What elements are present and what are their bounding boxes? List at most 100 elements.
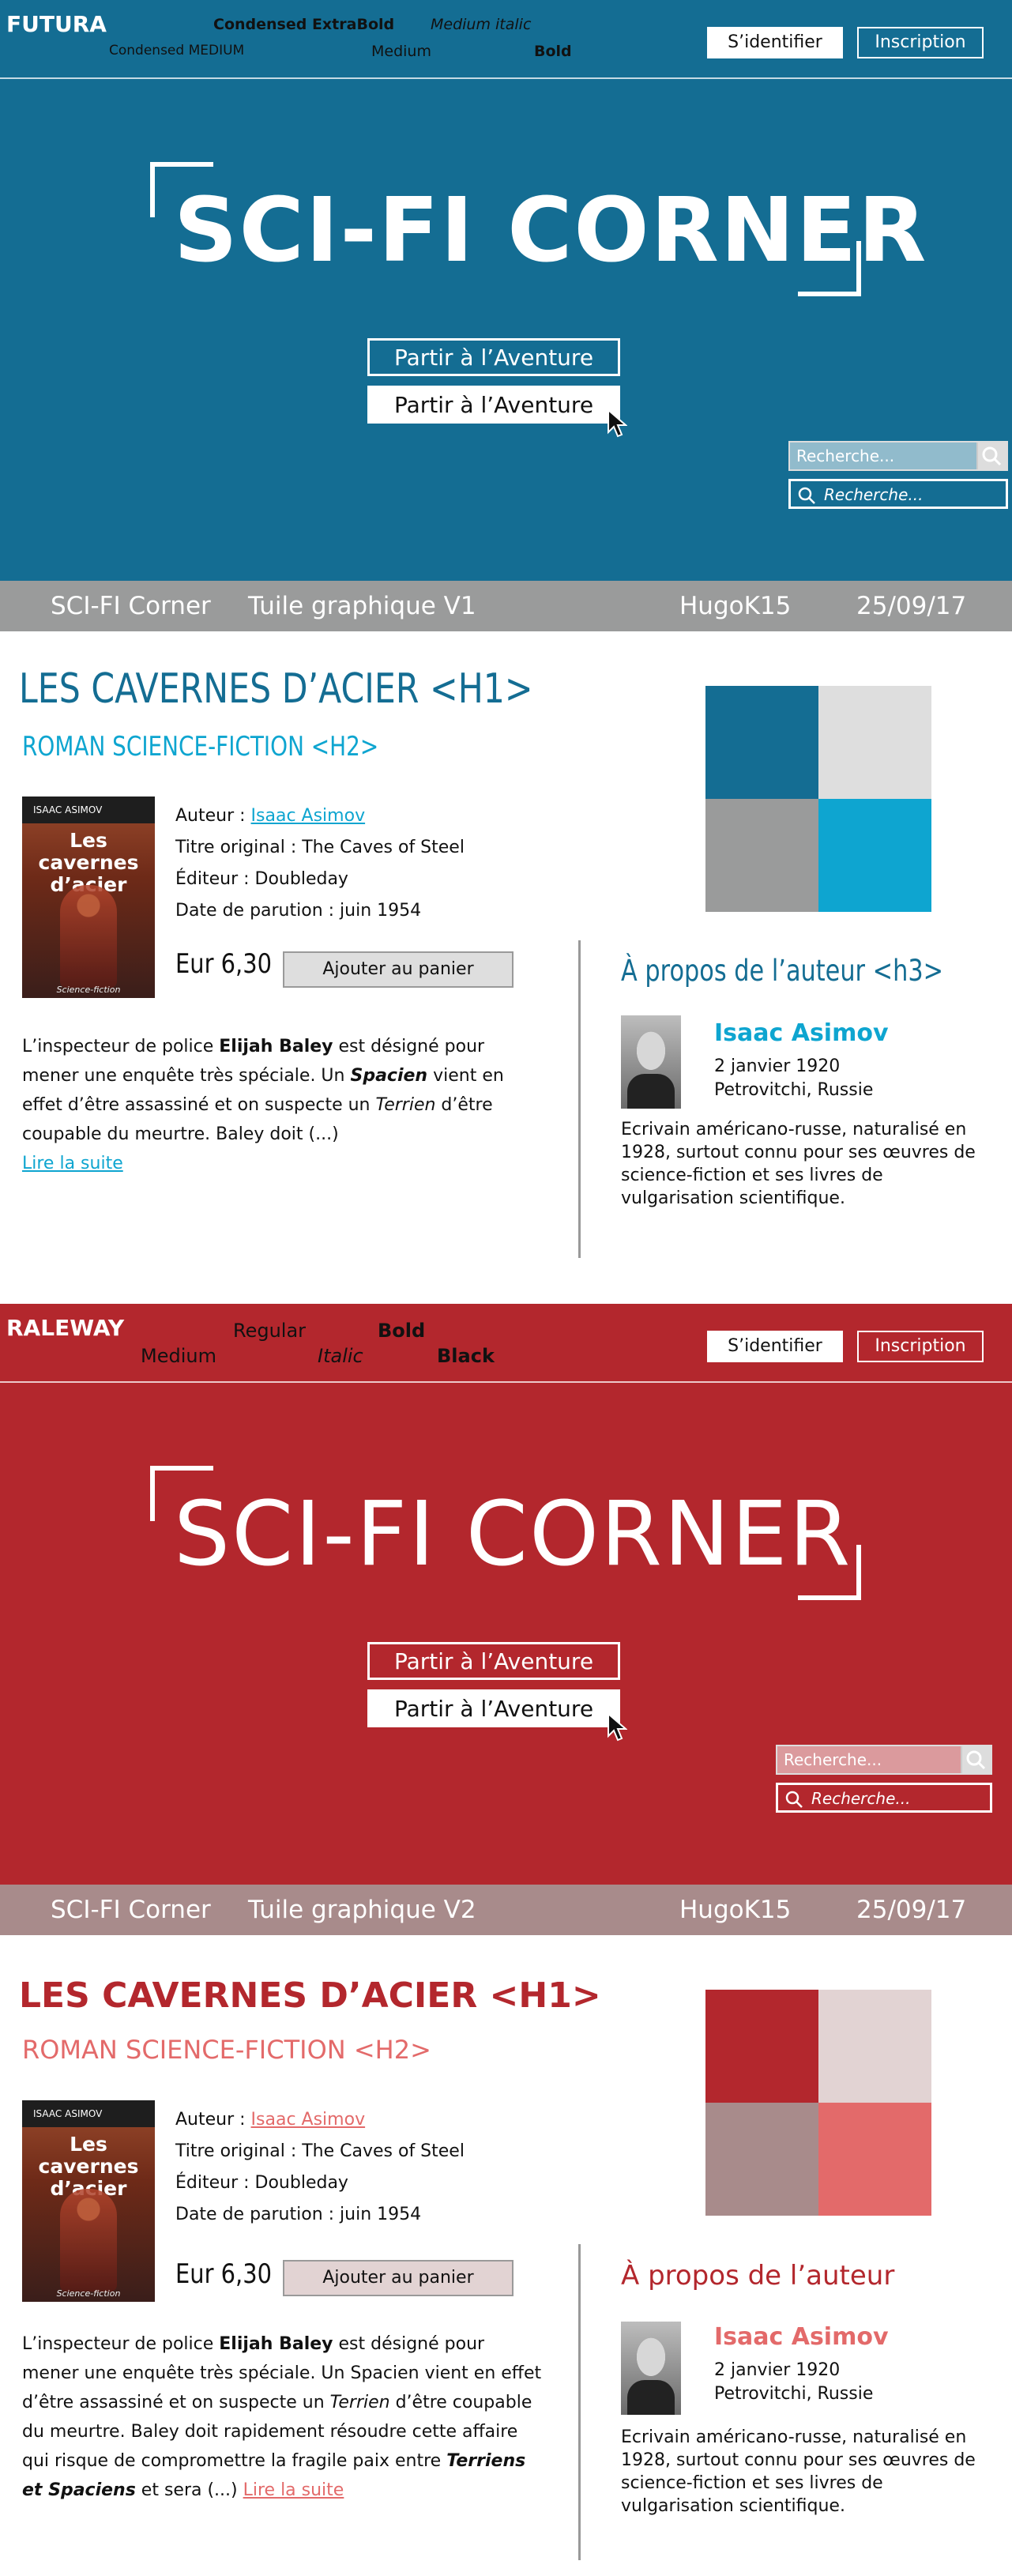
- font-weight-label: Black: [437, 1345, 495, 1367]
- meta-date: Date de parution : juin 1954: [175, 2205, 422, 2224]
- info-bar: SCI-FI Corner Tuile graphique V1 HugoK15…: [0, 581, 1012, 631]
- search-placeholder: Recherche...: [811, 1789, 911, 1808]
- cursor-icon: [608, 409, 627, 438]
- bar-author: HugoK15: [679, 592, 792, 620]
- read-more-link[interactable]: Lire la suite: [22, 1154, 123, 1173]
- logo: SCI-FI CORNER: [150, 1466, 861, 1600]
- logo-text: SCI-FI CORNER: [174, 1483, 852, 1586]
- palette-swatch: [705, 2103, 818, 2216]
- desc-bold: Elijah Baley: [219, 2334, 333, 2354]
- author-birth-place: Petrovitchi, Russie: [714, 1080, 874, 1100]
- font-weight-label: Bold: [534, 43, 572, 60]
- about-author-heading: À propos de l’auteur <h3>: [621, 954, 944, 988]
- search-placeholder: Recherche...: [784, 1750, 882, 1769]
- cta-button-solid[interactable]: Partir à l’Aventure: [367, 386, 620, 424]
- tile-v2: RALEWAY Regular Bold Medium Italic Black…: [0, 1304, 1012, 2576]
- cover-series: Science-fiction: [56, 2288, 121, 2299]
- meta-date: Date de parution : juin 1954: [175, 901, 422, 921]
- search-input[interactable]: Recherche...: [776, 1745, 992, 1775]
- cta-button-outline[interactable]: Partir à l’Aventure: [367, 338, 620, 376]
- book-cover[interactable]: ISAAC ASIMOV Les cavernes d’acier Scienc…: [22, 2100, 155, 2302]
- palette-swatch: [705, 799, 818, 912]
- meta-author: Auteur : Isaac Asimov: [175, 806, 365, 826]
- cover-author: ISAAC ASIMOV: [22, 797, 155, 823]
- author-info: 2 janvier 1920 Petrovitchi, Russie: [714, 2359, 873, 2406]
- palette-swatch: [818, 2103, 931, 2216]
- meta-author: Auteur : Isaac Asimov: [175, 2110, 365, 2130]
- search-icon: [785, 1791, 803, 1808]
- logo: SCI-FI CORNER: [150, 162, 928, 296]
- description: L’inspecteur de police Elijah Baley est …: [22, 2329, 544, 2505]
- cover-series: Science-fiction: [56, 985, 121, 995]
- desc-bold: Elijah Baley: [219, 1037, 333, 1056]
- search-input[interactable]: Recherche...: [788, 441, 1008, 471]
- header: FUTURA Condensed ExtraBold Medium italic…: [0, 0, 1012, 79]
- header: RALEWAY Regular Bold Medium Italic Black…: [0, 1304, 1012, 1383]
- search-icon: [798, 487, 815, 504]
- meta-author-label: Auteur :: [175, 806, 251, 826]
- search-placeholder: Recherche...: [824, 485, 924, 504]
- login-button[interactable]: S’identifier: [707, 1331, 843, 1362]
- author-bio: Ecrivain américano-russe, naturalisé en …: [621, 2427, 976, 2516]
- author-birth-place: Petrovitchi, Russie: [714, 2384, 874, 2404]
- font-weight-label: Regular: [233, 1320, 307, 1342]
- author-info: 2 janvier 1920 Petrovitchi, Russie: [714, 1055, 873, 1102]
- author-link[interactable]: Isaac Asimov: [251, 806, 366, 826]
- font-weight-label: Medium: [141, 1345, 216, 1367]
- search-input-outline[interactable]: Recherche...: [788, 479, 1008, 509]
- cta-button-solid[interactable]: Partir à l’Aventure: [367, 1689, 620, 1727]
- font-weight-label: Italic: [318, 1345, 363, 1367]
- search-icon: [982, 446, 1002, 466]
- meta-original-title: Titre original : The Caves of Steel: [175, 2141, 465, 2161]
- cta-button-outline[interactable]: Partir à l’Aventure: [367, 1642, 620, 1680]
- logo-text: SCI-FI CORNER: [174, 179, 928, 282]
- search-button[interactable]: [976, 443, 1006, 469]
- author-birth-date: 2 janvier 1920: [714, 1056, 841, 1076]
- desc-text: L’inspecteur de police: [22, 2334, 220, 2354]
- desc-text: L’inspecteur de police: [22, 1037, 220, 1056]
- author-link[interactable]: Isaac Asimov: [251, 2110, 366, 2130]
- author-birth-date: 2 janvier 1920: [714, 2360, 841, 2380]
- font-weight-label: Condensed MEDIUM: [109, 43, 245, 58]
- palette-swatch: [818, 1990, 931, 2103]
- cover-author: ISAAC ASIMOV: [22, 2100, 155, 2127]
- desc-text: et sera (...): [135, 2480, 243, 2500]
- page-title: LES CAVERNES D’ACIER <H1>: [19, 1975, 601, 2016]
- cover-illustration: [60, 2189, 117, 2292]
- meta-original-title: Titre original : The Caves of Steel: [175, 838, 465, 857]
- bar-tile: Tuile graphique V1: [248, 592, 476, 620]
- book-cover[interactable]: ISAAC ASIMOV Les cavernes d’acier Scienc…: [22, 797, 155, 998]
- author-name: Isaac Asimov: [714, 1019, 889, 1047]
- author-photo: [621, 1015, 681, 1109]
- info-bar: SCI-FI Corner Tuile graphique V2 HugoK15…: [0, 1885, 1012, 1935]
- bar-site: SCI-FI Corner: [51, 592, 211, 620]
- search-button[interactable]: [961, 1746, 991, 1773]
- read-more-link[interactable]: Lire la suite: [243, 2480, 344, 2500]
- price: Eur 6,30: [175, 2258, 273, 2290]
- page-subtitle: ROMAN SCIENCE-FICTION <H2>: [22, 731, 379, 763]
- signup-button[interactable]: Inscription: [857, 1331, 984, 1362]
- add-to-cart-button[interactable]: Ajouter au panier: [283, 2260, 514, 2296]
- palette-swatch: [705, 1990, 818, 2103]
- color-palette: [705, 686, 931, 912]
- palette-swatch: [818, 799, 931, 912]
- bar-date: 25/09/17: [856, 1896, 967, 1924]
- author-photo: [621, 2322, 681, 2415]
- divider: [578, 2244, 581, 2560]
- font-weight-label: Bold: [378, 1320, 426, 1342]
- font-name: FUTURA: [6, 11, 107, 37]
- meta-publisher: Éditeur : Doubleday: [175, 2173, 348, 2193]
- bar-author: HugoK15: [679, 1896, 792, 1924]
- search-input-outline[interactable]: Recherche...: [776, 1783, 992, 1813]
- palette-swatch: [818, 686, 931, 799]
- divider: [578, 940, 581, 1258]
- add-to-cart-button[interactable]: Ajouter au panier: [283, 951, 514, 988]
- author-bio: Ecrivain américano-russe, naturalisé en …: [621, 1120, 976, 1208]
- search-icon: [966, 1750, 986, 1770]
- font-weight-label: Condensed ExtraBold: [213, 16, 395, 33]
- font-weight-label: Medium italic: [431, 16, 532, 33]
- login-button[interactable]: S’identifier: [707, 27, 843, 58]
- meta-author-label: Auteur :: [175, 2110, 251, 2130]
- page-title: LES CAVERNES D’ACIER <H1>: [19, 665, 533, 713]
- signup-button[interactable]: Inscription: [857, 27, 984, 58]
